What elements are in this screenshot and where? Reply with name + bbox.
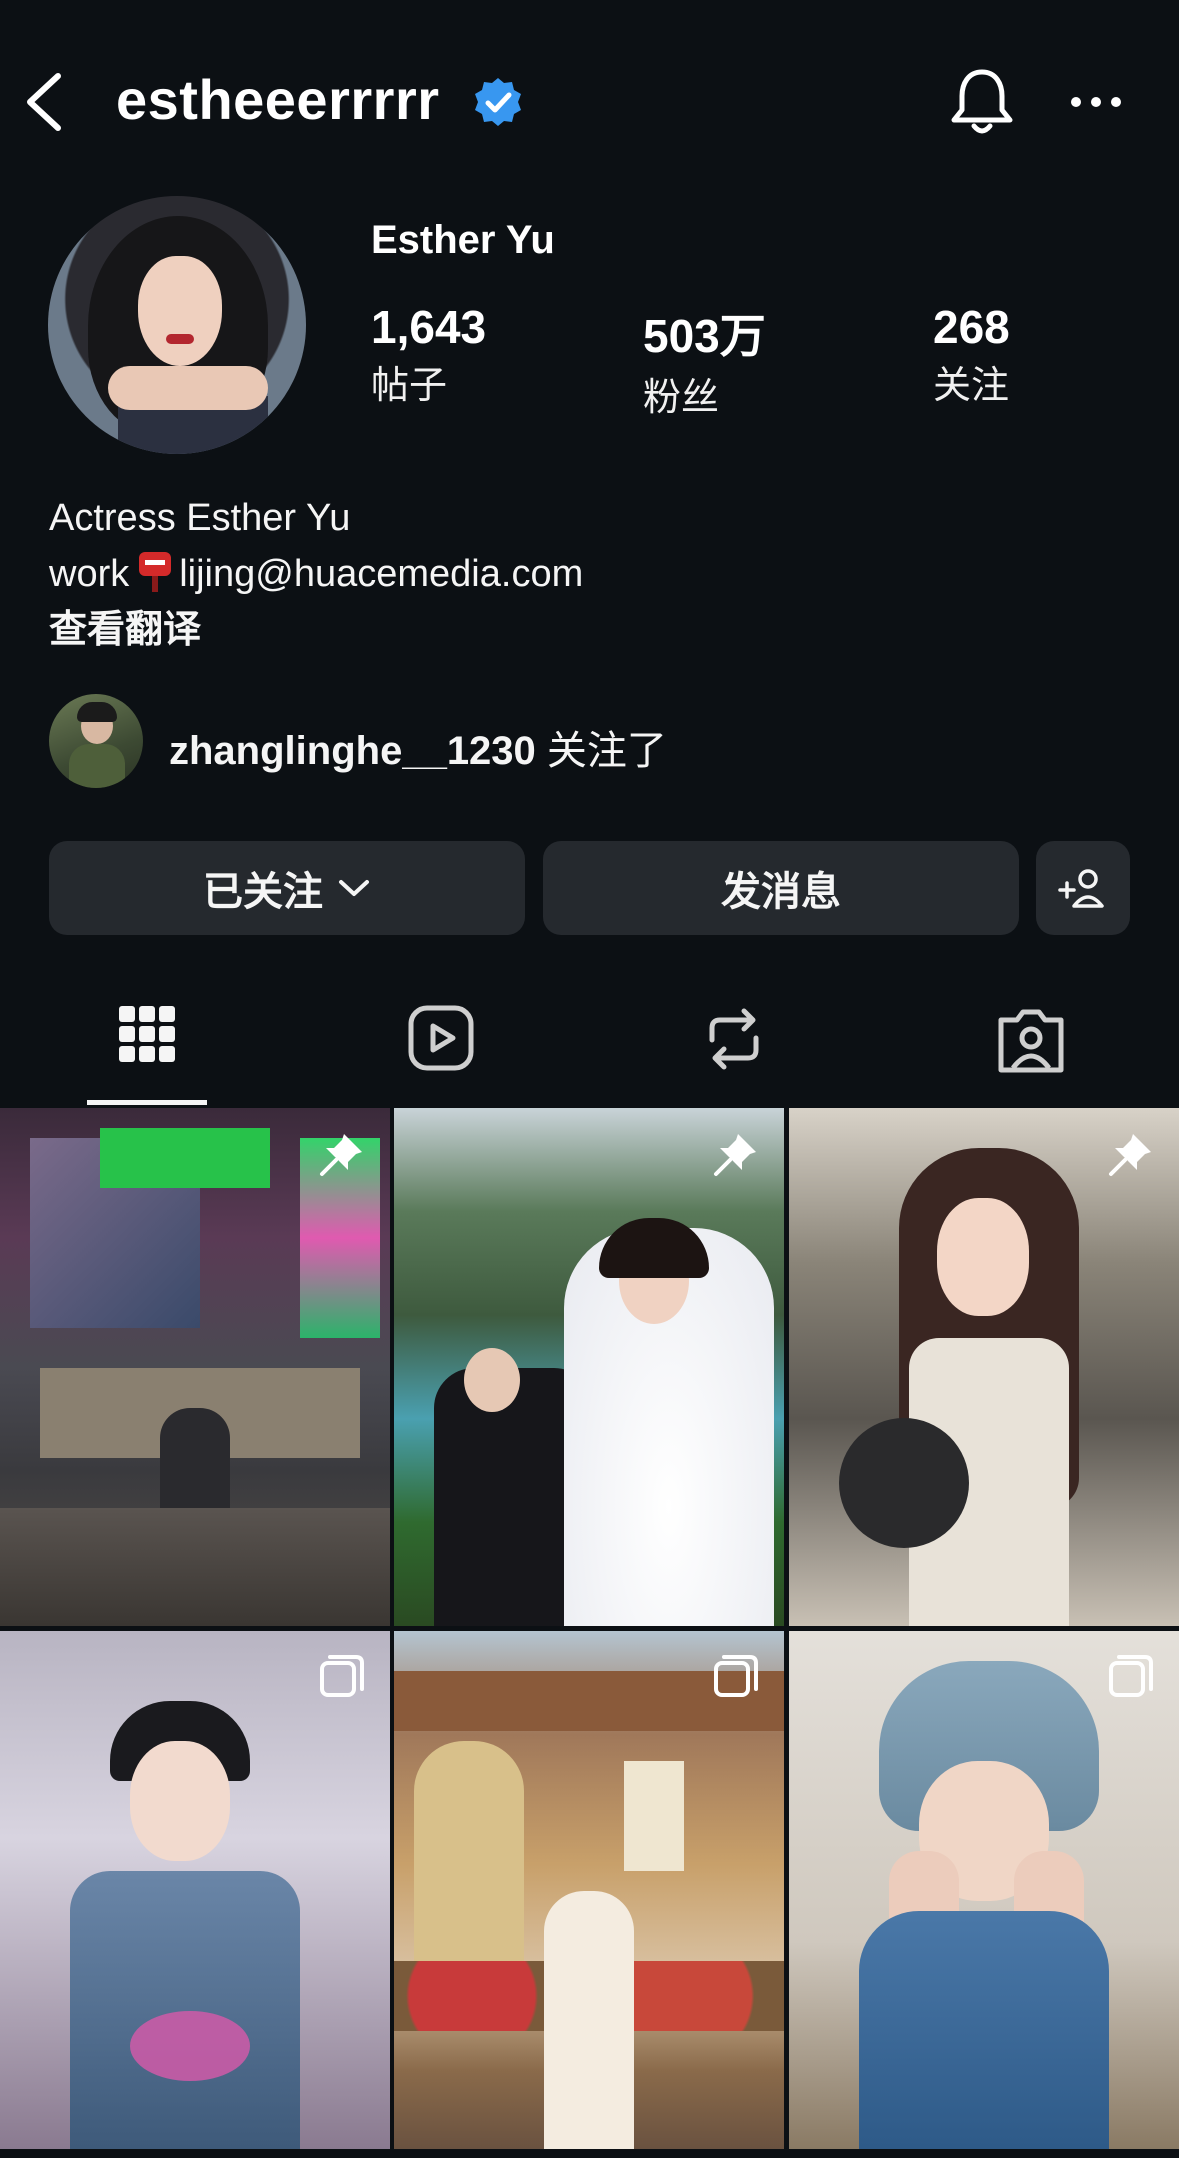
chevron-down-icon (339, 880, 369, 896)
mutual-follower-text[interactable]: zhanglinghe__1230 关注了 (169, 718, 667, 776)
profile-bio: Actress Esther Yu work lijing@huacemedia… (49, 490, 583, 602)
active-tab-indicator (87, 1100, 207, 1105)
verified-badge-icon (475, 78, 521, 126)
top-bar: estheeerrrrr (0, 40, 1179, 160)
post-tile[interactable] (0, 1108, 390, 1626)
post-tile[interactable] (789, 1631, 1179, 2149)
bio-work-line: work lijing@huacemedia.com (49, 546, 583, 602)
mutual-follower-suffix: 关注了 (546, 729, 667, 773)
bio-line: Actress Esther Yu (49, 497, 351, 539)
repost-icon[interactable] (694, 1000, 774, 1080)
mutual-follower-username: zhanglinghe__1230 (169, 729, 536, 773)
bio-work-label: work (49, 553, 130, 595)
following-count[interactable]: 268 关注 (933, 300, 1010, 409)
following-label: 已关注 (203, 870, 323, 914)
posts-count[interactable]: 1,643 帖子 (371, 300, 486, 409)
tagged-icon[interactable] (991, 1000, 1071, 1080)
carousel-icon (714, 1655, 758, 1697)
mutual-follower-avatar[interactable] (49, 694, 143, 788)
bio-email-link[interactable]: lijing@huacemedia.com (179, 553, 583, 595)
back-arrow-icon[interactable] (22, 70, 66, 134)
following-button[interactable]: 已关注 (49, 841, 525, 935)
post-tile[interactable] (394, 1108, 784, 1626)
message-button[interactable]: 发消息 (543, 841, 1019, 935)
carousel-icon (1109, 1655, 1153, 1697)
reels-icon[interactable] (401, 1000, 481, 1080)
profile-username: estheeerrrrr (116, 68, 440, 131)
suggested-users-button[interactable] (1036, 841, 1130, 935)
add-user-icon (1058, 869, 1104, 908)
carousel-icon (320, 1655, 364, 1697)
message-label: 发消息 (721, 870, 841, 914)
pin-icon (320, 1134, 362, 1176)
pin-icon (1109, 1134, 1151, 1176)
followers-count[interactable]: 503万 粉丝 (643, 300, 766, 421)
notification-bell-icon[interactable] (948, 66, 1016, 138)
post-tile[interactable] (394, 1631, 784, 2149)
more-options-icon[interactable] (1068, 82, 1124, 122)
see-translation-link[interactable]: 查看翻译 (49, 598, 201, 653)
grid-icon[interactable] (107, 1000, 187, 1080)
postbox-icon (137, 548, 173, 594)
profile-full-name: Esther Yu (371, 218, 555, 262)
pin-icon (714, 1134, 756, 1176)
post-tile[interactable] (789, 1108, 1179, 1626)
post-tile[interactable] (0, 1631, 390, 2149)
profile-avatar[interactable] (48, 196, 306, 454)
